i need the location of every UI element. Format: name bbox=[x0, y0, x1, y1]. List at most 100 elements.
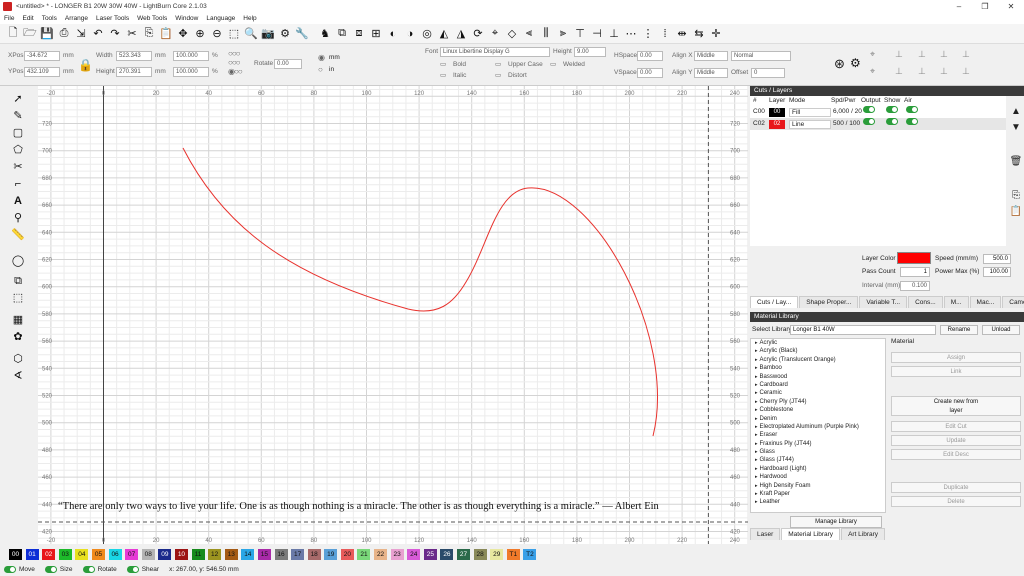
mode-select[interactable]: Fill bbox=[789, 107, 831, 117]
material-item[interactable]: ▸ Glass (JT44) bbox=[751, 456, 885, 464]
zoom-frame-icon[interactable]: ⬚ bbox=[227, 27, 241, 41]
material-item[interactable]: ▸ Fraxinus Ply (JT44) bbox=[751, 440, 885, 448]
palette-color-17[interactable]: 17 bbox=[291, 548, 305, 560]
palette-color-25[interactable]: 25 bbox=[423, 548, 437, 560]
delete-button[interactable]: Delete bbox=[891, 496, 1021, 507]
distribute-v-icon[interactable]: ⋮ bbox=[641, 27, 655, 41]
expand-icon[interactable]: ▸ bbox=[755, 365, 758, 371]
import-icon[interactable]: ⇲ bbox=[74, 27, 88, 41]
palette-color-11[interactable]: 11 bbox=[191, 548, 205, 560]
text-tool-icon[interactable]: A bbox=[11, 194, 25, 208]
palette-color-23[interactable]: 23 bbox=[390, 548, 404, 560]
in-radio-icon[interactable]: ○ bbox=[318, 65, 323, 75]
layer-row[interactable]: C00 00 Fill 6,000 / 20 bbox=[750, 106, 1006, 118]
grid-array-icon[interactable]: ▦ bbox=[11, 313, 25, 327]
material-item[interactable]: ▸ Basswood bbox=[751, 373, 885, 381]
polygon-icon[interactable]: ⬠ bbox=[11, 143, 25, 157]
palette-color-09[interactable]: 09 bbox=[158, 548, 172, 560]
rectangle-icon[interactable]: ▢ bbox=[11, 126, 25, 140]
menu-window[interactable]: Window bbox=[175, 15, 198, 22]
position-laser-icon[interactable]: ⌐ bbox=[11, 177, 25, 191]
air-toggle[interactable] bbox=[906, 118, 918, 125]
height-input[interactable]: 270.391 bbox=[116, 67, 152, 77]
material-item[interactable]: ▸ High Density Foam bbox=[751, 482, 885, 490]
redo-icon[interactable]: ↷ bbox=[108, 27, 122, 41]
edit-desc-button[interactable]: Edit Desc bbox=[891, 449, 1021, 460]
center-icon[interactable]: ✛ bbox=[709, 27, 723, 41]
menu-arrange[interactable]: Arrange bbox=[65, 15, 88, 22]
delete-layer-icon[interactable]: 🗑 bbox=[1008, 156, 1024, 172]
move-together-icon[interactable]: ⇹ bbox=[675, 27, 689, 41]
panel-tab-0[interactable]: Cuts / Lay... bbox=[750, 296, 799, 308]
show-toggle[interactable] bbox=[886, 118, 898, 125]
palette-color-T2[interactable]: T2 bbox=[523, 548, 537, 560]
weld-icon[interactable]: ◑ bbox=[403, 27, 417, 41]
power-max-input[interactable]: 100.00 bbox=[983, 267, 1011, 277]
menu-file[interactable]: File bbox=[4, 15, 14, 22]
panel-tab-1[interactable]: Shape Proper... bbox=[799, 296, 859, 308]
menu-tools[interactable]: Tools bbox=[42, 15, 57, 22]
expand-icon[interactable]: ▸ bbox=[755, 340, 758, 346]
palette-color-12[interactable]: 12 bbox=[208, 548, 222, 560]
trace-icon[interactable]: ♞ bbox=[318, 27, 332, 41]
copy-along-path-icon[interactable]: ⧉ bbox=[11, 274, 25, 288]
rotate-input[interactable]: 0.00 bbox=[274, 59, 302, 69]
palette-color-06[interactable]: 06 bbox=[108, 548, 122, 560]
ypos-input[interactable]: 432.109 bbox=[24, 67, 60, 77]
material-item[interactable]: ▸ Cobblestone bbox=[751, 406, 885, 414]
expand-icon[interactable]: ▸ bbox=[755, 407, 758, 413]
ungroup-icon[interactable]: ⧈ bbox=[352, 27, 366, 41]
marker-icon[interactable]: ⚲ bbox=[11, 211, 25, 225]
rename-button[interactable]: Rename bbox=[940, 325, 978, 335]
palette-color-08[interactable]: 08 bbox=[141, 548, 155, 560]
cursor-icon[interactable]: ⌖ bbox=[870, 49, 875, 60]
palette-color-19[interactable]: 19 bbox=[324, 548, 338, 560]
bottom-tab-2[interactable]: Art Library bbox=[841, 528, 886, 540]
palette-color-21[interactable]: 21 bbox=[357, 548, 371, 560]
select-cursor-icon[interactable]: ➚ bbox=[11, 92, 25, 106]
tab-tool-icon[interactable]: ⬡ bbox=[11, 352, 25, 366]
bold-toggle-icon[interactable]: ▭ bbox=[440, 60, 446, 70]
expand-icon[interactable]: ▸ bbox=[755, 416, 758, 422]
material-item[interactable]: ▸ Electroplated Aluminum (Purple Pink) bbox=[751, 423, 885, 431]
origin-8-icon[interactable]: ⊥ bbox=[962, 66, 970, 77]
mirror-h-icon[interactable]: ◭ bbox=[437, 27, 451, 41]
distort-toggle-icon[interactable]: ▭ bbox=[495, 71, 501, 81]
palette-color-29[interactable]: 29 bbox=[490, 548, 504, 560]
palette-color-10[interactable]: 10 bbox=[174, 548, 188, 560]
measure-icon[interactable]: 📏 bbox=[11, 228, 25, 242]
text-height-input[interactable]: 9.00 bbox=[574, 47, 606, 57]
expand-icon[interactable]: ▸ bbox=[755, 382, 758, 388]
assign-button[interactable]: Assign bbox=[891, 352, 1021, 363]
air-toggle[interactable] bbox=[906, 106, 918, 113]
distribute-h-icon[interactable]: ⋯ bbox=[624, 27, 638, 41]
panel-tab-2[interactable]: Variable T... bbox=[859, 296, 908, 308]
material-item[interactable]: ▸ Eraser bbox=[751, 431, 885, 439]
expand-icon[interactable]: ▸ bbox=[755, 449, 758, 455]
origin-5-icon[interactable]: ⊥ bbox=[940, 49, 948, 60]
palette-color-14[interactable]: 14 bbox=[241, 548, 255, 560]
material-list[interactable]: ▸ Acrylic ▸ Acrylic (Black) ▸ Acrylic (Transl… bbox=[750, 338, 886, 513]
save-as-icon[interactable]: ⎙ bbox=[57, 27, 71, 41]
frame-origin-icon[interactable]: ⌖ bbox=[870, 66, 875, 77]
pen-icon[interactable]: ✎ bbox=[11, 109, 25, 123]
align-middle-icon[interactable]: ⊣ bbox=[590, 27, 604, 41]
palette-color-01[interactable]: 01 bbox=[25, 548, 39, 560]
edit-nodes-icon[interactable]: ✂ bbox=[11, 160, 25, 174]
move-up-icon[interactable]: ▲ bbox=[1008, 106, 1024, 122]
origin-2-icon[interactable]: ⊥ bbox=[895, 66, 903, 77]
pass-count-input[interactable]: 1 bbox=[900, 267, 930, 277]
expand-icon[interactable]: ▸ bbox=[755, 483, 758, 489]
output-toggle[interactable] bbox=[863, 106, 875, 113]
menu-edit[interactable]: Edit bbox=[22, 15, 33, 22]
maximize-button[interactable]: ❐ bbox=[972, 2, 998, 11]
palette-color-02[interactable]: 02 bbox=[42, 548, 56, 560]
rotate-icon[interactable]: ⟳ bbox=[471, 27, 485, 41]
text-mode-select[interactable]: Normal bbox=[731, 51, 791, 61]
move-icon[interactable]: ✥ bbox=[176, 27, 190, 41]
expand-icon[interactable]: ▸ bbox=[755, 491, 758, 497]
mode-select[interactable]: Line bbox=[789, 119, 831, 129]
font-select[interactable]: Linux Libertine Display G bbox=[440, 47, 550, 57]
palette-color-03[interactable]: 03 bbox=[58, 548, 72, 560]
align-left-icon[interactable]: ⫷ bbox=[522, 27, 536, 41]
